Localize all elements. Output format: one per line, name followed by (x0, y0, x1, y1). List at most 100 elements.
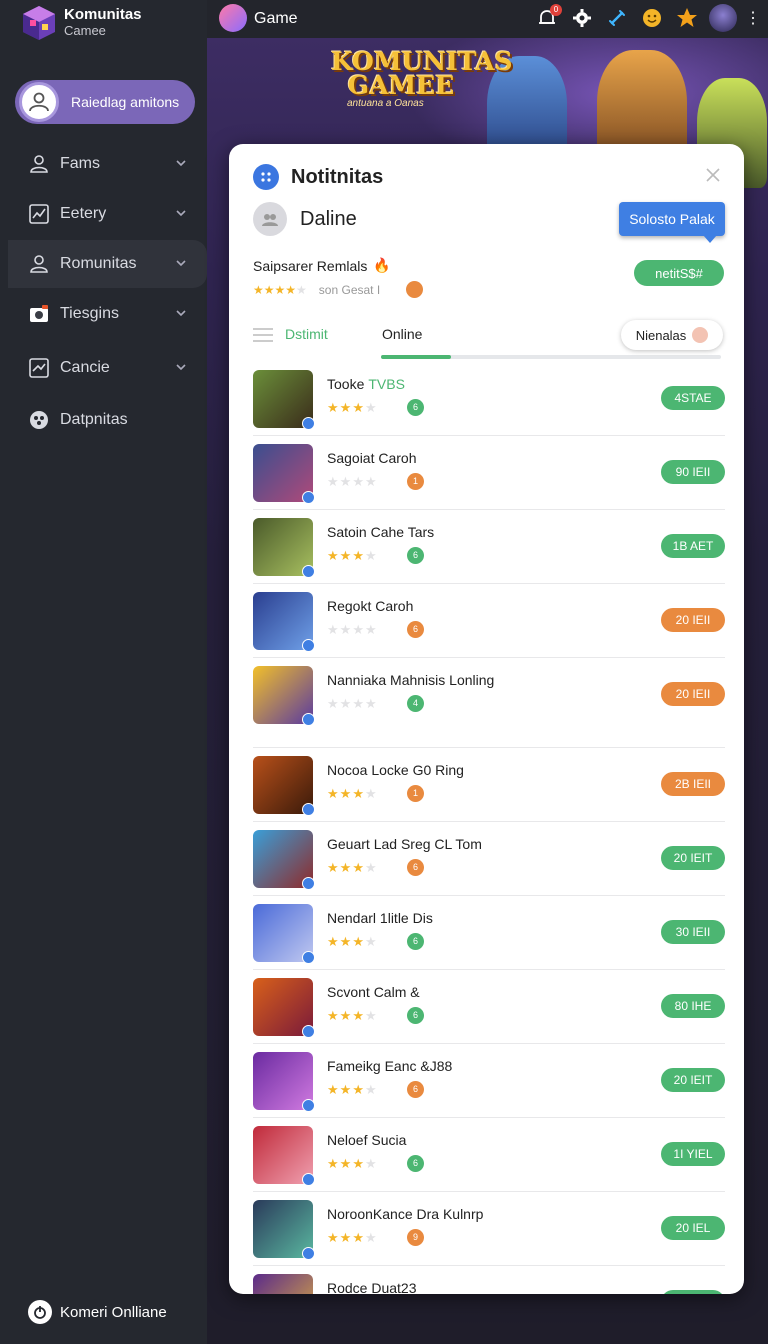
game-row[interactable]: Sagoiat Caroh ★★★★ 1 90 IEII (253, 436, 725, 510)
rank-badge (406, 281, 424, 298)
rating-stars: ★★★★ (327, 1156, 378, 1172)
filter-chip[interactable]: Nienalas (621, 320, 723, 350)
game-row[interactable]: Neloef Sucia ★★★★ 6 1I YIEL (253, 1118, 725, 1192)
close-icon[interactable] (704, 166, 722, 184)
game-icon (253, 978, 315, 1038)
star-icon: ★ (364, 1082, 378, 1097)
game-row[interactable]: NoroonKance Dra Kulnrp ★★★★ 9 20 IEL (253, 1192, 725, 1266)
online-status[interactable]: Komeri Onlliane (28, 1300, 167, 1324)
game-icon (253, 1274, 313, 1294)
avatar (19, 82, 59, 122)
game-action-button[interactable]: 20 IEIT (661, 846, 725, 870)
brand-text: Komunitas Camee (64, 7, 142, 39)
bell-icon[interactable]: 0 (534, 4, 562, 31)
game-row[interactable]: Nendarl 1litle Dis ★★★★ 6 30 IEII (253, 896, 725, 970)
sidebar-item-romunitas[interactable]: Romunitas (8, 240, 207, 288)
game-icon (253, 592, 315, 652)
user-name: Daline (300, 207, 357, 230)
rank-badge: 6 (407, 859, 424, 876)
game-row[interactable]: Scvont Calm & ★★★★ 6 80 IHE (253, 970, 725, 1044)
footer-label: Komeri Onlliane (60, 1303, 167, 1321)
game-action-button[interactable]: 20 IEL (661, 1290, 725, 1294)
star-icon[interactable] (674, 5, 700, 31)
chevron-down-icon (176, 310, 186, 317)
star-icon: ★ (339, 1008, 353, 1023)
brand-subtitle: Camee (64, 23, 106, 38)
star-icon: ★ (327, 474, 340, 489)
star-icon: ★ (352, 860, 365, 875)
star-icon: ★ (352, 696, 365, 711)
sidebar-item-fams[interactable]: Fams (0, 140, 207, 188)
sidebar-item-tiesgins[interactable]: Tiesgins (0, 290, 207, 338)
game-row[interactable]: Rodce Duat23★★★★620 IEL (253, 1266, 725, 1294)
game-action-button[interactable]: 2B IEII (661, 772, 725, 796)
sidebar-item-cancie[interactable]: Cancie (0, 344, 207, 392)
game-action-button[interactable]: 90 IEII (661, 460, 725, 484)
link-icon[interactable] (604, 5, 630, 31)
sidebar-item-datpnitas[interactable]: Datpnitas (0, 396, 207, 444)
platform-badge-icon (302, 803, 315, 816)
game-name-text: Regokt Caroh (327, 598, 414, 614)
sidebar-item-label: Fams (60, 155, 100, 172)
game-action-button[interactable]: 20 IEL (661, 1216, 725, 1240)
game-row[interactable]: Satoin Cahe Tars ★★★★ 6 1B AET (253, 510, 725, 584)
game-action-button[interactable]: 30 IEII (661, 920, 725, 944)
menu-icon[interactable] (253, 328, 273, 342)
star-icon: ★ (339, 1082, 353, 1097)
rank-badge: 6 (407, 621, 424, 638)
tab-online[interactable]: Online (382, 326, 422, 342)
tab-dstimit[interactable]: Dstimit (285, 326, 328, 342)
more-icon[interactable]: ⋮ (745, 8, 761, 28)
game-logo-icon[interactable] (219, 4, 247, 32)
game-icon (253, 756, 315, 816)
select-button[interactable]: Solosto Palak (619, 202, 725, 243)
game-action-button[interactable]: 80 IHE (661, 994, 725, 1018)
brand[interactable]: Komunitas Camee (20, 4, 142, 42)
star-icon: ★ (339, 1230, 353, 1245)
user-avatar[interactable] (709, 4, 737, 32)
game-row[interactable]: Geuart Lad Sreg CL Tom ★★★★ 6 20 IEIT (253, 822, 725, 896)
summary-title: Saipsarer Remlals 🔥 (253, 257, 391, 274)
game-action-button[interactable]: 20 IEII (661, 608, 725, 632)
modal-header: Notitnitas (253, 164, 383, 190)
chevron-down-icon (176, 160, 186, 167)
rating-stars: ★★★★ (327, 474, 378, 490)
game-name-text: Sagoiat Caroh (327, 450, 417, 466)
platform-badge-icon (302, 1025, 315, 1038)
game-row[interactable]: Fameikg Eanc &J88 ★★★★ 6 20 IEIT (253, 1044, 725, 1118)
top-actions: 0 ⋮ (525, 4, 761, 32)
game-row[interactable]: Tooke TVBS ★★★★ 6 4STAE (253, 362, 725, 436)
rating-stars: ★★★★ (327, 1008, 378, 1024)
game-icon (253, 1126, 315, 1186)
tabs: Dstimit Online Nienalas (253, 320, 723, 360)
game-action-button[interactable]: 1I YIEL (661, 1142, 725, 1166)
star-icon: ★ (352, 622, 365, 637)
game-action-button[interactable]: 20 IEIT (661, 1068, 725, 1092)
chart-icon (29, 204, 49, 224)
star-icon: ★ (352, 1008, 365, 1023)
sidebar-item-eetery[interactable]: Eetery (0, 190, 207, 238)
smiley-icon[interactable] (639, 5, 665, 31)
game-row[interactable]: Nanniaka Mahnisis Lonling ★★★★ 4 20 IEII (253, 658, 725, 748)
platform-badge-icon (302, 1247, 315, 1260)
rank-badge: 6 (407, 1155, 424, 1172)
game-row[interactable]: Regokt Caroh ★★★★ 6 20 IEII (253, 584, 725, 658)
summary-button[interactable]: netitS$# (634, 260, 724, 286)
game-name-text: Scvont Calm & (327, 984, 420, 1000)
rank-badge: 6 (407, 1081, 424, 1098)
platform-badge-icon (302, 417, 315, 430)
game-name-text: Neloef Sucia (327, 1132, 407, 1148)
game-row[interactable]: Nocoa Locke G0 Ring ★★★★ 1 2B IEII (253, 748, 725, 822)
star-icon: ★ (339, 786, 353, 801)
game-action-button[interactable]: 1B AET (661, 534, 725, 558)
star-icon: ★ (364, 474, 378, 489)
gear-icon[interactable] (569, 5, 595, 31)
game-action-button[interactable]: 20 IEII (661, 682, 725, 706)
rating-stars: ★★★★ (327, 1082, 378, 1098)
profile-button[interactable]: Raiedlag amitons (15, 80, 195, 124)
game-name-text: Nocoa Locke G0 Ring (327, 762, 464, 778)
star-icon: ★ (352, 1156, 365, 1171)
game-list: Tooke TVBS ★★★★ 6 4STAE Sagoiat Caroh ★★★★ 1 90 … (253, 362, 725, 1294)
game-action-button[interactable]: 4STAE (661, 386, 725, 410)
sidebar-item-label: Tiesgins (60, 305, 119, 322)
